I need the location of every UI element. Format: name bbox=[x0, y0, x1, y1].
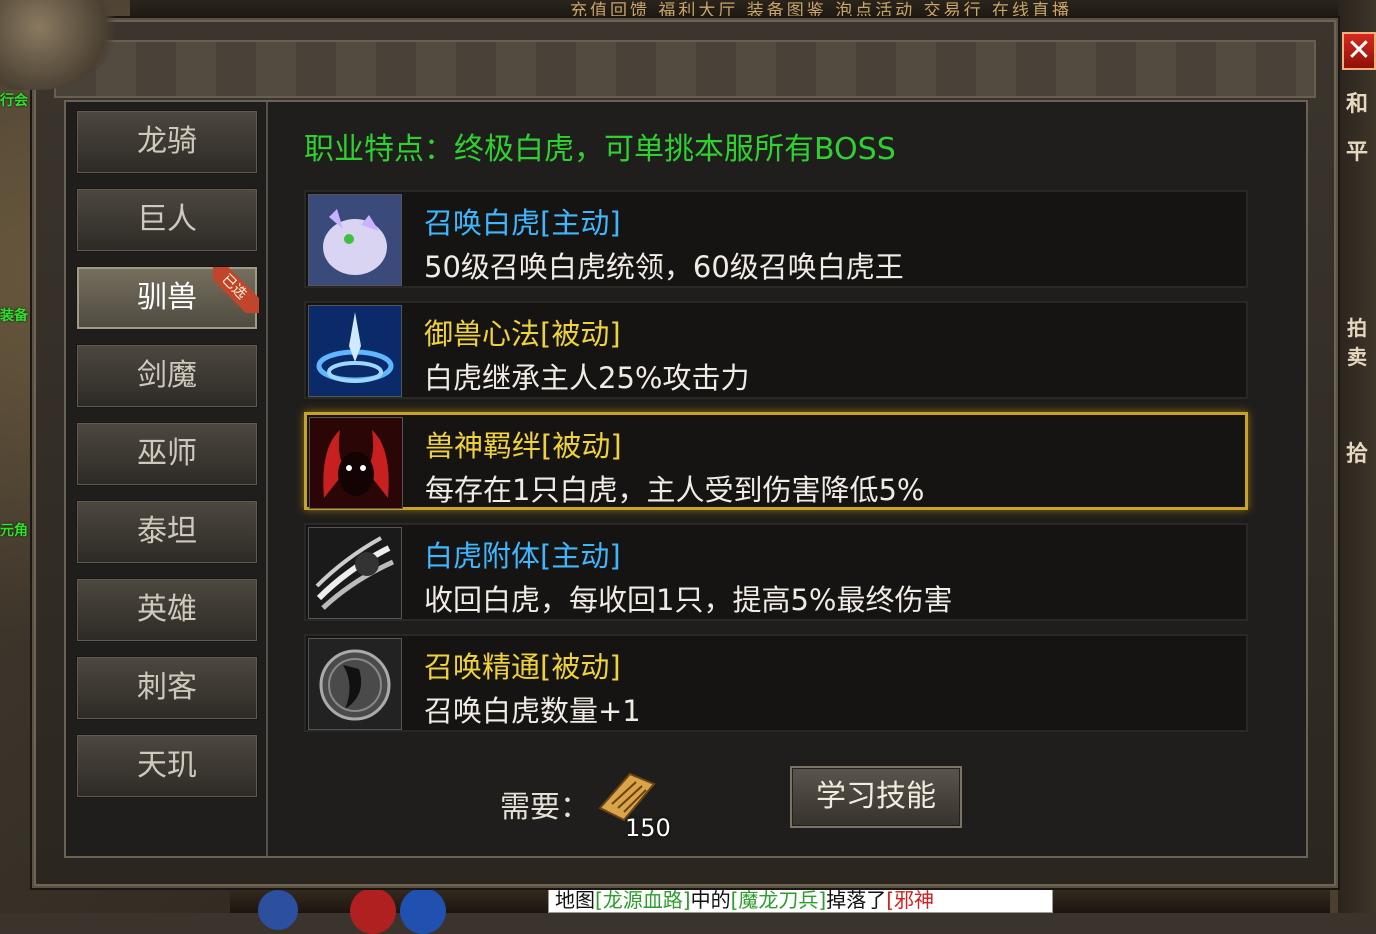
learn-skill-button[interactable]: 学习技能 bbox=[790, 766, 962, 828]
class-tab-label: 天玑 bbox=[137, 748, 197, 783]
skill-row[interactable]: 召唤精通[被动] 召唤白虎数量+1 bbox=[304, 634, 1248, 732]
skill-description: 召唤白虎数量+1 bbox=[424, 694, 641, 728]
skill-description: 收回白虎，每收回1只，提高5%最终伤害 bbox=[424, 583, 953, 617]
class-tab-label: 巨人 bbox=[137, 202, 197, 237]
class-trait-text: 职业特点：终极白虎，可单挑本服所有BOSS bbox=[304, 132, 896, 167]
skill-name: 兽神羁绊[被动] bbox=[425, 429, 622, 463]
class-tab-label: 剑魔 bbox=[137, 358, 197, 393]
skill-name: 召唤白虎[主动] bbox=[424, 206, 621, 240]
class-tab-label: 驯兽 bbox=[137, 280, 197, 315]
rail-btn-he[interactable]: 和 bbox=[1338, 86, 1376, 118]
chat-text: 掉落了 bbox=[826, 888, 887, 912]
requirement-label: 需要： bbox=[500, 790, 590, 825]
left-label-guild: 行会 bbox=[0, 93, 28, 109]
tiger-possession-icon bbox=[308, 527, 402, 619]
class-tab[interactable]: 剑魔 bbox=[76, 344, 258, 408]
class-skill-dialog: 龙骑巨人驯兽 已选剑魔巫师泰坦英雄刺客天玑 职业特点：终极白虎，可单挑本服所有BO… bbox=[32, 18, 1338, 888]
chat-text: 地图 bbox=[555, 888, 595, 912]
class-sidebar: 龙骑巨人驯兽 已选剑魔巫师泰坦英雄刺客天玑 bbox=[66, 102, 268, 856]
class-tab-label: 泰坦 bbox=[137, 514, 197, 549]
class-tab[interactable]: 泰坦 bbox=[76, 500, 258, 564]
skill-name: 御兽心法[被动] bbox=[424, 317, 621, 351]
left-label-equip: 装备 bbox=[0, 308, 28, 324]
class-tab[interactable]: 巨人 bbox=[76, 188, 258, 252]
chat-monster-link[interactable]: [魔龙刀兵] bbox=[731, 888, 827, 912]
class-tab-label: 巫师 bbox=[137, 436, 197, 471]
class-tab[interactable]: 英雄 bbox=[76, 578, 258, 642]
class-tab[interactable]: 巫师 bbox=[76, 422, 258, 486]
mp-orb-icon bbox=[400, 888, 446, 934]
beast-mind-icon bbox=[308, 305, 402, 397]
chat-map-link[interactable]: [龙源血路] bbox=[595, 888, 691, 912]
system-broadcast: 地图[龙源血路]中的[魔龙刀兵]掉落了[邪神 bbox=[548, 886, 1053, 913]
hud-orb-icon bbox=[258, 890, 298, 930]
skill-description: 50级召唤白虎统领，60级召唤白虎王 bbox=[424, 250, 904, 284]
class-tab-label: 龙骑 bbox=[137, 124, 197, 159]
close-button[interactable]: ✕ bbox=[1342, 32, 1376, 70]
class-tab[interactable]: 龙骑 bbox=[76, 110, 258, 174]
chat-item-link[interactable]: [邪神 bbox=[886, 888, 934, 912]
dialog-inner-panel: 龙骑巨人驯兽 已选剑魔巫师泰坦英雄刺客天玑 职业特点：终极白虎，可单挑本服所有BO… bbox=[64, 100, 1308, 858]
summon-mastery-icon bbox=[308, 638, 402, 730]
dialog-header-ornament bbox=[54, 40, 1316, 98]
skill-description: 每存在1只白虎，主人受到伤害降低5% bbox=[425, 473, 925, 507]
skill-row[interactable]: 召唤白虎[主动] 50级召唤白虎统领，60级召唤白虎王 bbox=[304, 190, 1248, 288]
skill-row[interactable]: 白虎附体[主动] 收回白虎，每收回1只，提高5%最终伤害 bbox=[304, 523, 1248, 621]
skill-row[interactable]: 御兽心法[被动] 白虎继承主人25%攻击力 bbox=[304, 301, 1248, 399]
skill-content: 职业特点：终极白虎，可单挑本服所有BOSS 召唤白虎[主动] 50级召唤白虎统领，… bbox=[268, 102, 1308, 856]
requirement-count: 150 bbox=[625, 814, 671, 842]
class-tab-label: 英雄 bbox=[137, 592, 197, 627]
hp-orb-icon bbox=[350, 888, 396, 934]
class-tab[interactable]: 天玑 bbox=[76, 734, 258, 798]
skill-name: 召唤精通[被动] bbox=[424, 650, 621, 684]
class-tab[interactable]: 驯兽 已选 bbox=[76, 266, 259, 330]
selected-ribbon: 已选 bbox=[213, 267, 259, 313]
rail-btn-ping[interactable]: 平 bbox=[1338, 134, 1376, 166]
skill-row[interactable]: 兽神羁绊[被动] 每存在1只白虎，主人受到伤害降低5% bbox=[304, 412, 1248, 510]
white-tiger-summon-icon bbox=[308, 194, 402, 286]
class-tab[interactable]: 刺客 bbox=[76, 656, 258, 720]
skill-name: 白虎附体[主动] bbox=[424, 539, 621, 573]
left-label-yuanjiao: 元角 bbox=[0, 523, 28, 539]
skill-description: 白虎继承主人25%攻击力 bbox=[424, 361, 750, 395]
rail-btn-pickup[interactable]: 拾 bbox=[1338, 436, 1376, 468]
rail-btn-auction[interactable]: 拍卖 bbox=[1338, 312, 1376, 370]
class-tab-label: 刺客 bbox=[137, 670, 197, 705]
selected-badge: 已选 bbox=[213, 267, 259, 313]
chat-text: 中的 bbox=[690, 888, 731, 912]
beast-god-bond-icon bbox=[309, 417, 403, 509]
